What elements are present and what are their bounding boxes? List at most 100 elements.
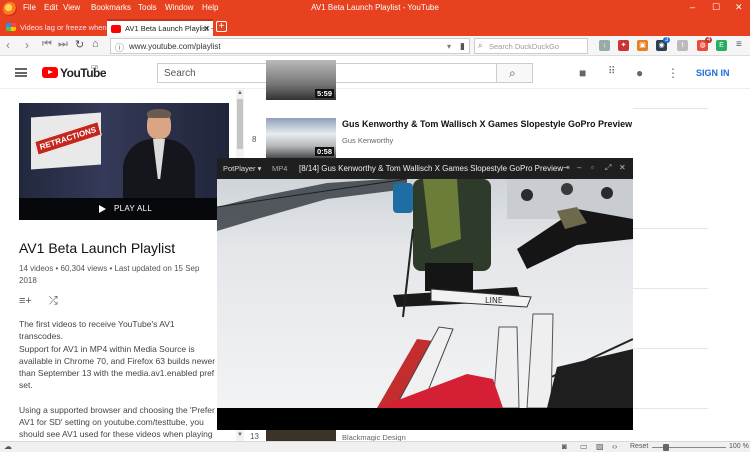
extension-orange-icon[interactable]: ▣ xyxy=(637,40,648,51)
duration-badge: 0:58 xyxy=(314,147,334,156)
title-bar: File Edit View Bookmarks Tools Window He… xyxy=(0,0,750,18)
channel-name[interactable]: Gus Kenworthy xyxy=(342,136,393,145)
upload-video-icon[interactable]: ■ xyxy=(579,66,586,80)
youtube-favicon-icon xyxy=(111,25,121,33)
playlist-title: AV1 Beta Launch Playlist xyxy=(19,240,176,256)
back-arrow-icon[interactable]: ‹ xyxy=(6,38,10,52)
list-divider xyxy=(633,288,708,289)
navigation-bar: ‹ › ⏮ ⏭ ↻ ⌂ ⓘ www.youtube.com/playlist ▾… xyxy=(0,36,750,56)
home-icon[interactable]: ⌂ xyxy=(92,38,99,50)
video-thumbnail[interactable]: 5:59 xyxy=(266,60,336,100)
duration-badge: 5:59 xyxy=(314,89,334,98)
potplayer-menu-button[interactable]: PotPlayer ▾ xyxy=(223,164,261,173)
apps-grid-icon[interactable]: ⠿ xyxy=(608,66,615,77)
list-divider xyxy=(633,348,708,349)
tab-label: Videos lag or freeze when p xyxy=(20,23,107,32)
minimize-icon[interactable]: – xyxy=(690,2,695,12)
shuffle-icon[interactable]: ⤮ xyxy=(49,295,58,307)
host-hair xyxy=(147,109,171,118)
add-to-queue-icon[interactable]: ≡+ xyxy=(19,295,32,307)
tab-av1-playlist[interactable]: AV1 Beta Launch Playlist - Y ✕ xyxy=(107,19,213,36)
messages-icon[interactable]: ● xyxy=(636,66,643,80)
skier-foreground-right xyxy=(547,349,633,408)
list-divider xyxy=(633,228,708,229)
fullscreen-icon[interactable]: ⤢ xyxy=(605,163,611,173)
scroll-down-icon[interactable]: ▼ xyxy=(236,432,244,438)
minimize-icon[interactable]: – xyxy=(577,163,581,172)
ski-scene-illustration: LINE xyxy=(217,179,633,408)
close-icon[interactable]: ✕ xyxy=(619,163,626,172)
zoom-slider-handle[interactable] xyxy=(663,444,669,451)
hamburger-menu-icon[interactable] xyxy=(15,68,27,77)
video-thumbnail[interactable] xyxy=(266,430,336,441)
image-icon[interactable]: ▨ xyxy=(596,442,604,451)
pin-icon[interactable]: ⇥ xyxy=(563,163,570,172)
playlist-thumbnail[interactable]: RETRACTIONS PLAY ALL xyxy=(19,103,229,220)
code-icon[interactable]: ‹› xyxy=(612,442,617,451)
url-text: www.youtube.com/playlist xyxy=(129,42,221,51)
download-icon[interactable]: ↓ xyxy=(599,40,610,51)
tab-videos-lag[interactable]: Videos lag or freeze when p xyxy=(2,19,107,36)
zoom-reset-button[interactable]: Reset xyxy=(630,443,648,450)
scroll-thumb[interactable] xyxy=(237,99,243,149)
extension-green-icon[interactable]: E xyxy=(716,40,727,51)
maximize-icon[interactable]: ☐ xyxy=(712,2,720,13)
potplayer-titlebar[interactable]: PotPlayer ▾ MP4 [8/14] Gus Kenworthy & T… xyxy=(217,158,633,179)
video-count: 14 videos xyxy=(19,264,54,273)
skip-forward-icon[interactable]: ⏭ xyxy=(58,38,68,51)
potplayer-control-area[interactable] xyxy=(217,408,633,430)
video-frame[interactable]: LINE xyxy=(217,179,633,408)
list-divider xyxy=(633,108,708,109)
youtube-search-button[interactable]: ⌕ xyxy=(497,63,533,83)
format-label: MP4 xyxy=(272,164,288,173)
list-index: 8 xyxy=(252,135,257,144)
extension-gray-icon[interactable]: t xyxy=(677,40,688,51)
playlist-actions: ≡+ ⤮ xyxy=(19,295,58,308)
youtube-logo-text[interactable]: YouTube xyxy=(60,66,107,80)
list-index: 13 xyxy=(250,432,259,441)
video-title-link[interactable]: Gus Kenworthy & Tom Wallisch X Games Slo… xyxy=(342,119,632,129)
badge-count: 4 xyxy=(705,37,713,43)
browser-window: File Edit View Bookmarks Tools Window He… xyxy=(0,0,750,452)
spectator-blue xyxy=(393,183,413,213)
window-title: AV1 Beta Launch Playlist - YouTube xyxy=(311,3,439,12)
dropdown-arrow-icon[interactable]: ▾ xyxy=(447,42,451,51)
description-paragraph: Using a supported browser and choosing t… xyxy=(19,405,215,439)
forward-arrow-icon[interactable]: › xyxy=(25,38,29,52)
site-favicon-icon xyxy=(6,23,16,31)
search-placeholder: Search xyxy=(164,68,196,79)
ski-white xyxy=(526,313,554,408)
cloud-icon[interactable]: ☁ xyxy=(4,442,12,451)
ski-brand-text: LINE xyxy=(485,296,503,305)
video-thumbnail[interactable]: 0:58 xyxy=(266,118,336,158)
status-bar: ☁ ◙ ▭ ▨ ‹› Reset 100 % xyxy=(0,441,750,452)
tab-label: AV1 Beta Launch Playlist - Y xyxy=(125,24,213,33)
scroll-up-icon[interactable]: ▲ xyxy=(236,90,244,96)
list-divider xyxy=(633,408,708,409)
settings-more-icon[interactable]: ⋮ xyxy=(667,66,679,80)
window-icon[interactable]: ▭ xyxy=(580,442,588,451)
browser-menu-icon[interactable]: ≡ xyxy=(736,39,742,50)
retractions-graphic: RETRACTIONS xyxy=(31,112,102,170)
address-bar[interactable]: ⓘ www.youtube.com/playlist ▾ ▮ xyxy=(110,38,470,54)
youtube-logo-icon[interactable] xyxy=(42,67,58,78)
play-all-button[interactable]: PLAY ALL xyxy=(19,198,229,220)
youtube-header: YouTube GB Search ⌕ ■ ⠿ ● ⋮ SIGN IN xyxy=(0,57,750,89)
magnifier-icon: ⌕ xyxy=(509,66,516,80)
description-paragraph: The first videos to receive YouTube's AV… xyxy=(19,319,175,341)
bookmark-icon[interactable]: ▮ xyxy=(460,41,465,52)
playlist-stats: 14 videos • 60,304 views • Last updated … xyxy=(19,263,219,287)
potplayer-window[interactable]: PotPlayer ▾ MP4 [8/14] Gus Kenworthy & T… xyxy=(217,158,633,430)
reload-icon[interactable]: ↻ xyxy=(75,38,84,51)
new-tab-button[interactable]: + xyxy=(216,21,227,32)
sign-in-button[interactable]: SIGN IN xyxy=(696,68,730,78)
screenshot-icon[interactable]: ◙ xyxy=(562,442,567,451)
skip-back-icon[interactable]: ⏮ xyxy=(42,38,52,51)
maximize-icon[interactable]: ▫ xyxy=(591,163,594,172)
close-tab-icon[interactable]: ✕ xyxy=(203,24,210,33)
site-info-icon[interactable]: ⓘ xyxy=(115,41,124,54)
extension-red-icon[interactable]: ✦ xyxy=(618,40,629,51)
close-window-icon[interactable]: ✕ xyxy=(735,2,743,13)
search-field[interactable]: ⌕ Search DuckDuckGo xyxy=(474,38,588,54)
zoom-level: 100 % xyxy=(729,443,749,450)
